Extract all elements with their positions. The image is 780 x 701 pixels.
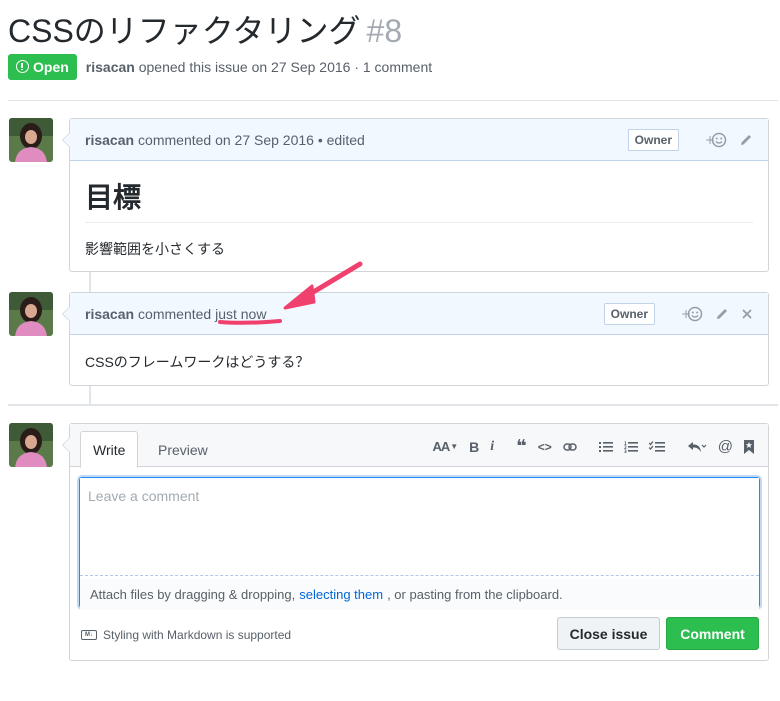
issue-opened-icon xyxy=(16,60,29,73)
comment-submit-button[interactable]: Comment xyxy=(666,617,759,650)
bold-icon[interactable]: B xyxy=(469,439,479,455)
timeline-divider xyxy=(8,404,778,406)
edit-pencil-icon[interactable] xyxy=(739,133,753,147)
form-header: Write Preview AA ▼ B i ❝ <> 123 @ xyxy=(70,424,768,468)
add-reaction-icon[interactable]: + xyxy=(705,132,727,148)
code-icon[interactable]: <> xyxy=(538,440,552,454)
issue-meta-text: risacan opened this issue on 27 Sep 2016… xyxy=(86,59,432,75)
close-issue-button[interactable]: Close issue xyxy=(557,617,660,650)
comment-text: 影響範囲を小さくする xyxy=(85,241,225,257)
svg-text:3: 3 xyxy=(624,449,627,453)
status-badge: Open xyxy=(8,53,77,80)
svg-text:+: + xyxy=(705,133,715,147)
unordered-list-icon[interactable] xyxy=(598,441,613,453)
owner-badge: Owner xyxy=(603,303,655,325)
comment-body: CSSのフレームワークはどうする？ xyxy=(70,335,768,387)
comment-2: risacan commented just now Owner + CSSのフ… xyxy=(62,292,769,387)
markdown-hint: M↓ Styling with Markdown is supported xyxy=(81,628,291,642)
timeline-connector xyxy=(89,272,91,292)
comment-action-text: commented on 27 Sep 2016 • edited xyxy=(138,131,365,148)
reply-icon[interactable] xyxy=(687,441,707,453)
timeline-connector xyxy=(89,386,91,404)
comment-author-link[interactable]: risacan xyxy=(85,306,134,322)
issue-author-link[interactable]: risacan xyxy=(86,59,135,75)
issue-opened-text: opened this issue on 27 Sep 2016 · 1 com… xyxy=(138,58,433,75)
comment-textarea[interactable] xyxy=(80,478,759,576)
comment-body: 目標 影響範囲を小さくする xyxy=(70,161,768,274)
attach-files-suffix: , or pasting from the clipboard. xyxy=(387,587,563,602)
ordered-list-icon[interactable]: 123 xyxy=(624,441,638,453)
issue-title-text: CSSのリファクタリング xyxy=(8,13,361,49)
avatar[interactable] xyxy=(9,292,53,336)
comment-actions: Owner + xyxy=(627,119,753,161)
markdown-hint-link[interactable]: Styling with Markdown is supported xyxy=(103,628,291,642)
select-files-link[interactable]: selecting them xyxy=(299,587,383,602)
quote-icon[interactable]: ❝ xyxy=(516,436,527,457)
mention-icon[interactable]: @ xyxy=(718,438,733,455)
tab-preview[interactable]: Preview xyxy=(146,431,220,468)
comment-1: risacan commented on 27 Sep 2016 • edite… xyxy=(62,118,769,274)
bookmark-icon[interactable] xyxy=(744,439,754,454)
markdown-icon: M↓ xyxy=(81,630,97,640)
comment-actions: Owner + xyxy=(603,293,753,335)
issue-number: #8 xyxy=(366,13,403,49)
comment-textarea-wrapper: Attach files by dragging & dropping, sel… xyxy=(79,477,760,610)
avatar[interactable] xyxy=(9,118,53,162)
status-label: Open xyxy=(33,58,69,75)
task-list-icon[interactable] xyxy=(648,440,665,453)
svg-text:+: + xyxy=(681,307,691,321)
link-icon[interactable] xyxy=(563,442,577,452)
comment-header: risacan commented just now Owner + xyxy=(70,293,768,335)
comment-header: risacan commented on 27 Sep 2016 • edite… xyxy=(70,119,768,161)
comment-heading: 目標 xyxy=(85,176,753,223)
header-divider xyxy=(8,100,778,101)
comment-author-link[interactable]: risacan xyxy=(85,132,134,148)
owner-badge: Owner xyxy=(627,129,679,151)
attach-files-bar[interactable]: Attach files by dragging & dropping, sel… xyxy=(80,579,759,610)
header-text-icon[interactable]: AA ▼ xyxy=(432,439,458,454)
attach-files-text: Attach files by dragging & dropping, xyxy=(90,587,296,602)
tab-write[interactable]: Write xyxy=(80,431,139,468)
italic-icon[interactable]: i xyxy=(490,439,494,455)
markdown-toolbar: AA ▼ B i ❝ <> 123 @ xyxy=(421,436,754,457)
edit-pencil-icon[interactable] xyxy=(715,307,729,321)
add-reaction-icon[interactable]: + xyxy=(681,306,703,322)
avatar[interactable] xyxy=(9,423,53,467)
delete-x-icon[interactable] xyxy=(741,308,753,320)
new-comment-form: Write Preview AA ▼ B i ❝ <> 123 @ Leave … xyxy=(62,423,769,661)
comment-text: CSSのフレームワークはどうする？ xyxy=(85,354,310,370)
issue-meta: Open risacan opened this issue on 27 Sep… xyxy=(8,53,432,80)
issue-title: CSSのリファクタリング #8 xyxy=(8,6,402,52)
annotation-arrow-icon xyxy=(218,261,363,325)
